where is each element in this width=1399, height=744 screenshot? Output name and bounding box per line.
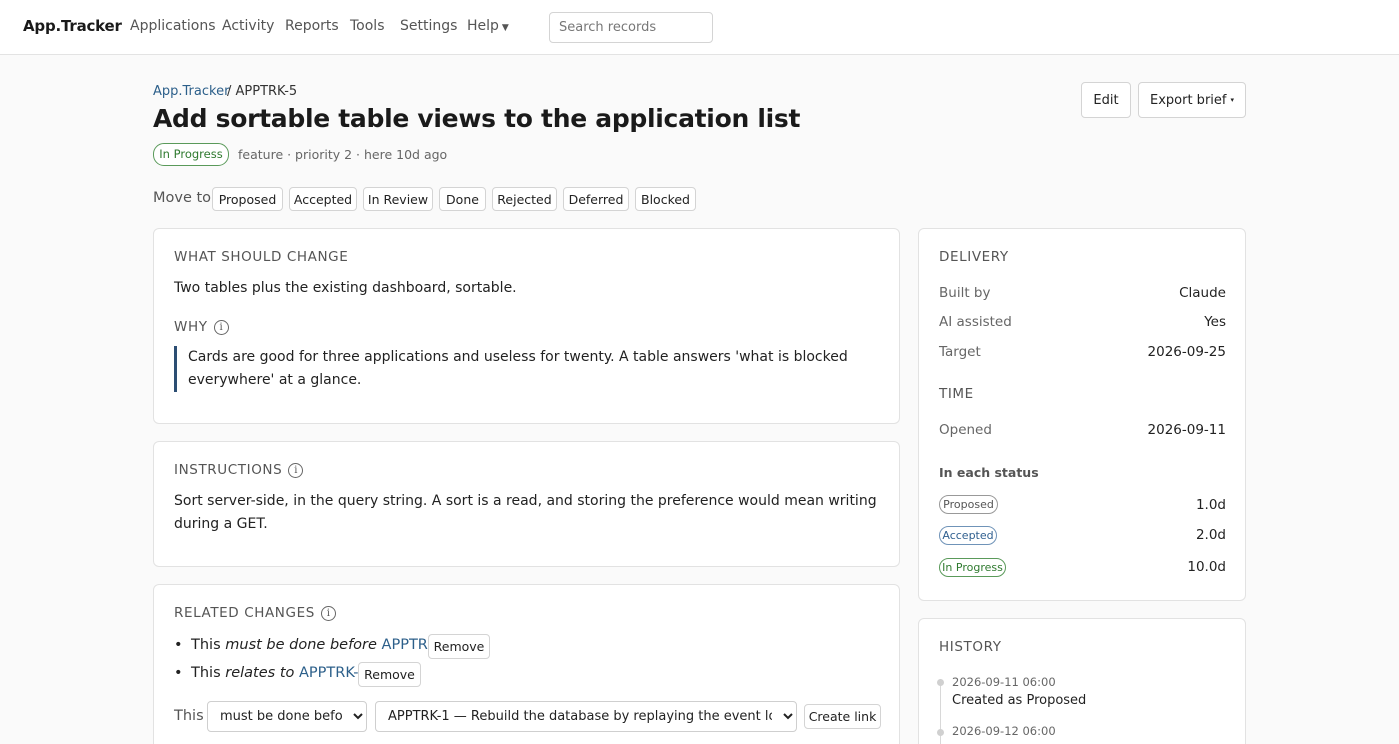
edit-button[interactable]: Edit [1081,82,1131,118]
status-badge-accepted: Accepted [939,526,997,545]
create-link-button[interactable]: Create link [804,704,881,729]
status-badge-proposed: Proposed [939,495,998,514]
nav-tools[interactable]: Tools [350,18,385,34]
info-icon[interactable]: i [288,463,304,478]
why-text: Cards are good for three applications an… [188,349,848,388]
move-to-accepted-button[interactable]: Accepted [289,187,357,211]
move-to-done-button[interactable]: Done [439,187,486,211]
timeline-dot [937,729,944,736]
related-item-relation: must be done before [225,637,377,653]
history-card: HISTORY 2026-09-11 06:00 Created as Prop… [918,618,1246,744]
top-nav-bar: App.Tracker Applications Activity Report… [0,0,1399,55]
related-item: This must be done before APPTRK-1 [191,637,450,653]
nav-help-label: Help [467,18,499,34]
bullet-dot: • [174,665,183,681]
history-event-text: Created as Proposed [952,693,1087,708]
built-by-value: Claude [1179,285,1226,301]
link-form-prefix: This [174,708,204,724]
remove-link-button[interactable]: Remove [358,662,421,687]
what-should-change-card: WHAT SHOULD CHANGE Two tables plus the e… [153,228,900,424]
status-badge: In Progress [153,143,229,166]
quote-bar [174,346,177,392]
in-progress-duration: 10.0d [1187,559,1226,575]
opened-label: Opened [939,422,992,438]
related-item-prefix: This [191,665,221,681]
move-to-blocked-button[interactable]: Blocked [635,187,696,211]
item-meta: feature · priority 2 · here 10d ago [238,147,448,162]
target-select[interactable]: APPTRK-1 — Rebuild the database by repla… [375,701,797,732]
what-should-change-text: Two tables plus the existing dashboard, … [174,280,517,296]
related-item-relation: relates to [225,665,295,681]
related-item-prefix: This [191,637,221,653]
related-changes-card: RELATED CHANGES i • This must be done bef… [153,584,900,744]
nav-activity[interactable]: Activity [222,18,274,34]
in-each-status-heading: In each status [939,465,1039,480]
time-heading: TIME [939,386,974,402]
info-icon[interactable]: i [213,320,229,335]
instructions-card: INSTRUCTIONS i Sort server-side, in the q… [153,441,900,567]
opened-value: 2026-09-11 [1147,422,1226,438]
instructions-heading: INSTRUCTIONS i [174,462,304,478]
delivery-card: DELIVERY Built by Claude AI assisted Yes… [918,228,1246,601]
move-to-label: Move to [153,190,212,206]
delivery-heading: DELIVERY [939,249,1009,265]
related-item: This relates to APPTRK-6 [191,665,368,681]
related-changes-heading: RELATED CHANGES i [174,605,336,621]
history-event-time: 2026-09-11 06:00 [952,675,1056,689]
proposed-duration: 1.0d [1195,497,1226,513]
export-brief-label: Export brief [1150,92,1227,108]
move-to-rejected-button[interactable]: Rejected [492,187,557,211]
relation-select[interactable]: must be done before [207,701,367,732]
move-to-proposed-button[interactable]: Proposed [212,187,283,211]
history-heading: HISTORY [939,639,1002,655]
dropdown-caret-icon: ▾ [1230,96,1234,104]
timeline-dot [937,679,944,686]
target-value: 2026-09-25 [1147,344,1226,360]
what-should-change-heading: WHAT SHOULD CHANGE [174,249,349,265]
bullet-dot: • [174,637,183,653]
why-heading-label: WHY [174,319,208,335]
accepted-duration: 2.0d [1195,527,1226,543]
target-label: Target [939,344,981,360]
brand-logo[interactable]: App.Tracker [23,17,122,35]
why-heading: WHY i [174,319,229,335]
instructions-text: Sort server-side, in the query string. A… [174,493,877,532]
move-to-deferred-button[interactable]: Deferred [563,187,629,211]
nav-reports[interactable]: Reports [285,18,339,34]
breadcrumb-root-link[interactable]: App.Tracker [153,84,229,99]
nav-settings[interactable]: Settings [400,18,457,34]
ai-assisted-value: Yes [1204,314,1226,330]
chevron-down-icon: ▼ [501,23,509,33]
nav-help[interactable]: Help ▼ [467,18,509,34]
related-changes-heading-label: RELATED CHANGES [174,605,315,621]
nav-applications[interactable]: Applications [130,18,216,34]
ai-assisted-label: AI assisted [939,314,1012,330]
instructions-heading-label: INSTRUCTIONS [174,462,283,478]
page-title: Add sortable table views to the applicat… [153,104,801,133]
status-badge-in-progress: In Progress [939,558,1006,577]
built-by-label: Built by [939,285,991,301]
move-to-in-review-button[interactable]: In Review [363,187,433,211]
history-event-time: 2026-09-12 06:00 [952,724,1056,738]
search-input[interactable] [549,12,713,43]
remove-link-button[interactable]: Remove [428,634,490,659]
breadcrumb-current: / APPTRK-5 [227,84,298,99]
info-icon[interactable]: i [320,606,336,621]
export-brief-button[interactable]: Export brief ▾ [1138,82,1246,118]
